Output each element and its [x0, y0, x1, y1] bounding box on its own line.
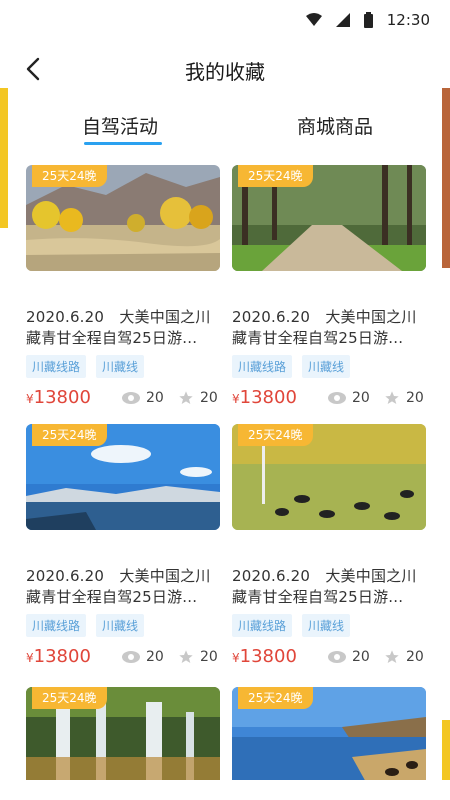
price-value: 13800 — [239, 387, 297, 408]
page-title: 我的收藏 — [185, 60, 265, 84]
card-image: 25天24晚 — [232, 687, 426, 780]
currency-symbol: ¥ — [26, 392, 34, 406]
view-count-value: 20 — [352, 649, 370, 665]
tag[interactable]: 川藏线 — [302, 355, 351, 378]
card-image: 25天24晚 — [26, 687, 220, 780]
currency-symbol: ¥ — [26, 651, 34, 665]
card-title: 2020.6.20 大美中国之川 藏青甘全程自驾25日游... — [26, 307, 220, 349]
favorite-card[interactable]: 25天24晚 — [232, 687, 426, 780]
card-title-line1: 2020.6.20 大美中国之川 — [26, 308, 211, 326]
active-tab-indicator — [84, 142, 162, 145]
price: ¥13800 — [26, 387, 91, 408]
card-image: 25天24晚 — [26, 424, 220, 530]
bottom-fade — [0, 780, 450, 800]
duration-badge: 25天24晚 — [32, 424, 107, 446]
nav-bar: 我的收藏 — [0, 44, 450, 94]
duration-badge: 25天24晚 — [32, 687, 107, 709]
card-title-line2: 藏青甘全程自驾25日游... — [232, 329, 404, 347]
duration-badge: 25天24晚 — [238, 687, 313, 709]
view-count-value: 20 — [352, 390, 370, 406]
favorite-card[interactable]: 25天24晚 2020.6.20 大美中国之川 藏青甘全程自驾25日游... 川… — [232, 165, 426, 415]
left-edge-strip — [0, 88, 8, 228]
card-title-line1: 2020.6.20 大美中国之川 — [232, 308, 417, 326]
price-row: ¥13800 20 20 — [26, 387, 220, 411]
card-tags: 川藏线路 川藏线 — [232, 355, 351, 378]
card-tags: 川藏线路 川藏线 — [26, 614, 145, 637]
star-count-value: 20 — [406, 649, 424, 665]
card-title-line1: 2020.6.20 大美中国之川 — [232, 567, 417, 585]
status-bar: 12:30 — [0, 0, 450, 40]
card-tags: 川藏线路 川藏线 — [26, 355, 145, 378]
star-icon — [385, 391, 399, 404]
card-image: 25天24晚 — [26, 165, 220, 271]
price: ¥13800 — [26, 646, 91, 667]
eye-icon — [328, 651, 346, 663]
star-count-value: 20 — [406, 390, 424, 406]
view-count: 20 — [122, 390, 164, 406]
card-tags: 川藏线路 川藏线 — [232, 614, 351, 637]
tab-mall-goods[interactable]: 商城商品 — [297, 112, 373, 139]
card-title-line2: 藏青甘全程自驾25日游... — [26, 329, 198, 347]
price-value: 13800 — [33, 387, 91, 408]
star-icon — [179, 391, 193, 404]
tag[interactable]: 川藏线 — [96, 614, 145, 637]
view-count: 20 — [328, 649, 370, 665]
card-title-line1: 2020.6.20 大美中国之川 — [26, 567, 211, 585]
tab-self-drive[interactable]: 自驾活动 — [82, 112, 158, 139]
price-row: ¥13800 20 20 — [26, 646, 220, 670]
card-title: 2020.6.20 大美中国之川 藏青甘全程自驾25日游... — [26, 566, 220, 608]
currency-symbol: ¥ — [232, 392, 240, 406]
tag[interactable]: 川藏线 — [302, 614, 351, 637]
eye-icon — [328, 392, 346, 404]
tag[interactable]: 川藏线路 — [26, 614, 87, 637]
status-time: 12:30 — [386, 11, 430, 29]
card-title-line2: 藏青甘全程自驾25日游... — [26, 588, 198, 606]
duration-badge: 25天24晚 — [32, 165, 107, 187]
signal-icon — [335, 13, 350, 27]
price: ¥13800 — [232, 646, 297, 667]
tag[interactable]: 川藏线路 — [232, 614, 293, 637]
favorite-card[interactable]: 25天24晚 2020.6.20 大美中国之川 藏青甘全程自驾25日游... 川… — [26, 165, 220, 415]
tag[interactable]: 川藏线 — [96, 355, 145, 378]
view-count-value: 20 — [146, 649, 164, 665]
view-count: 20 — [328, 390, 370, 406]
price-value: 13800 — [33, 646, 91, 667]
eye-icon — [122, 651, 140, 663]
star-count[interactable]: 20 — [384, 649, 424, 665]
star-icon — [385, 650, 399, 663]
wifi-icon — [305, 13, 322, 26]
star-count[interactable]: 20 — [178, 649, 218, 665]
card-title-line2: 藏青甘全程自驾25日游... — [232, 588, 404, 606]
battery-icon — [363, 12, 373, 28]
star-count[interactable]: 20 — [178, 390, 218, 406]
right-edge-strip-2 — [442, 720, 450, 780]
card-image: 25天24晚 — [232, 424, 426, 530]
duration-badge: 25天24晚 — [238, 165, 313, 187]
price-value: 13800 — [239, 646, 297, 667]
view-count-value: 20 — [146, 390, 164, 406]
view-count: 20 — [122, 649, 164, 665]
card-title: 2020.6.20 大美中国之川 藏青甘全程自驾25日游... — [232, 566, 426, 608]
price-row: ¥13800 20 20 — [232, 387, 426, 411]
favorite-card[interactable]: 25天24晚 — [26, 687, 220, 780]
price: ¥13800 — [232, 387, 297, 408]
card-title: 2020.6.20 大美中国之川 藏青甘全程自驾25日游... — [232, 307, 426, 349]
duration-badge: 25天24晚 — [238, 424, 313, 446]
card-image: 25天24晚 — [232, 165, 426, 271]
star-count-value: 20 — [200, 390, 218, 406]
star-count[interactable]: 20 — [384, 390, 424, 406]
currency-symbol: ¥ — [232, 651, 240, 665]
star-count-value: 20 — [200, 649, 218, 665]
eye-icon — [122, 392, 140, 404]
price-row: ¥13800 20 20 — [232, 646, 426, 670]
tab-bar: 自驾活动 商城商品 — [0, 112, 450, 152]
favorite-card[interactable]: 25天24晚 2020.6.20 大美中国之川 藏青甘全程自驾25日游... 川… — [26, 424, 220, 674]
favorite-card[interactable]: 25天24晚 2020.6.20 大美中国之川 藏青甘全程自驾25日游... 川… — [232, 424, 426, 674]
star-icon — [179, 650, 193, 663]
tag[interactable]: 川藏线路 — [26, 355, 87, 378]
tag[interactable]: 川藏线路 — [232, 355, 293, 378]
